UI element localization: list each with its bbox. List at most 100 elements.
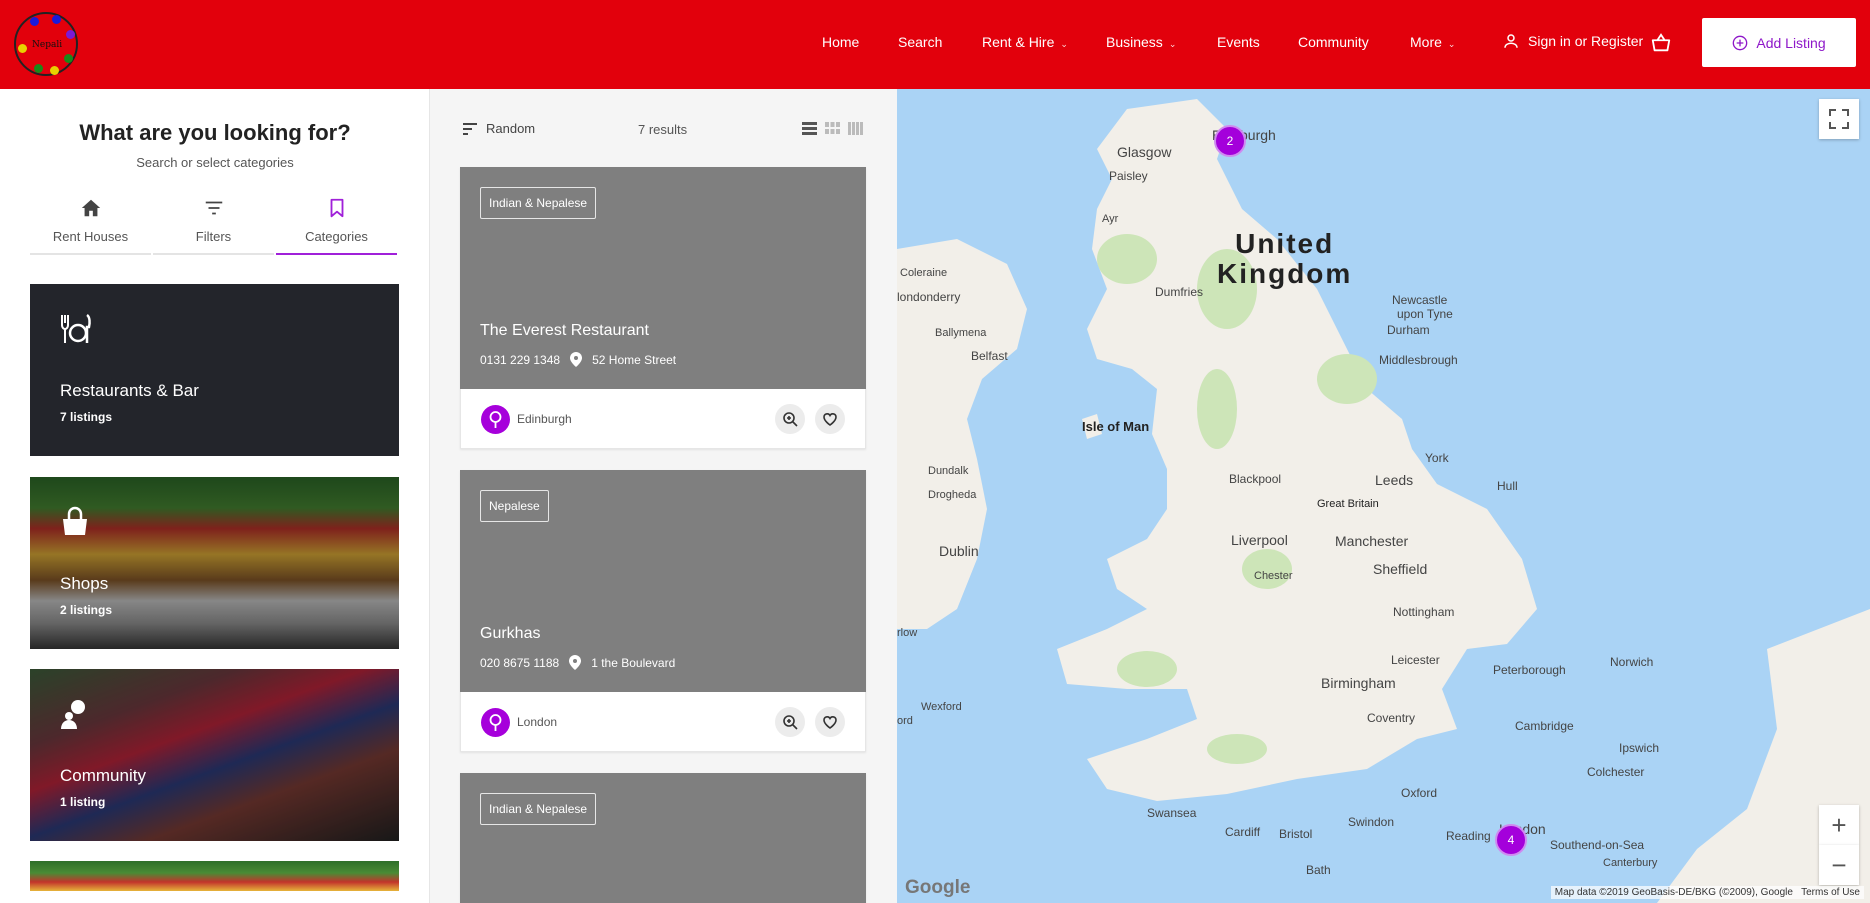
column-view-icon[interactable] <box>848 122 863 135</box>
listing-phone: 020 8675 1188 <box>480 655 560 670</box>
listing-card[interactable]: Nepalese Gurkhas 020 8675 1188 1 the Bou… <box>460 470 866 752</box>
chevron-down-icon: ⌄ <box>1168 39 1177 49</box>
nav-search[interactable]: Search <box>898 34 942 50</box>
zoom-in-button[interactable]: + <box>1819 805 1859 845</box>
tab-rent-houses[interactable]: Rent Houses <box>30 193 151 255</box>
category-overlay <box>30 669 399 841</box>
zoom-in-icon <box>783 715 798 730</box>
map-place: Belfast <box>971 349 1008 363</box>
tab-categories[interactable]: Categories <box>276 193 397 255</box>
map-place: Middlesbrough <box>1379 353 1458 367</box>
signin-link[interactable]: Sign in or Register <box>1502 32 1643 50</box>
user-icon <box>1504 34 1518 48</box>
location-pin-icon <box>570 352 583 367</box>
list-view-icon[interactable] <box>802 122 817 135</box>
listing-card[interactable]: Indian & Nepalese The Everest Restaurant… <box>460 167 866 449</box>
map-cluster-marker[interactable]: 2 <box>1214 125 1246 157</box>
map-place: Glasgow <box>1117 144 1172 160</box>
map-place: Drogheda <box>928 489 977 501</box>
map-place: Oxford <box>1401 786 1438 800</box>
grid-view-icon[interactable] <box>825 122 840 135</box>
listing-tag: Indian & Nepalese <box>480 187 597 219</box>
map-place: Coventry <box>1367 711 1416 725</box>
basket-icon[interactable] <box>1650 32 1672 54</box>
fullscreen-button[interactable] <box>1819 99 1859 139</box>
nav-more[interactable]: More ⌄ <box>1410 34 1455 50</box>
nav-rent-hire[interactable]: Rent & Hire ⌄ <box>982 34 1068 50</box>
quick-view-button[interactable] <box>775 707 805 737</box>
map-place: Dundalk <box>928 465 969 477</box>
listing-city[interactable]: London <box>517 715 557 729</box>
listing-city[interactable]: Edinburgh <box>517 412 572 426</box>
listings-map[interactable]: United Kingdom Glasgow Edinburgh Paisley… <box>897 89 1870 903</box>
category-community[interactable]: Community 1 listing <box>30 669 399 841</box>
logo-dot <box>52 15 61 24</box>
map-cluster-marker[interactable]: 4 <box>1495 824 1527 856</box>
map-place: Ayr <box>1102 213 1119 225</box>
map-place: Birmingham <box>1321 675 1396 691</box>
category-count: 1 listing <box>60 795 106 809</box>
google-logo: Google <box>905 877 971 898</box>
zoom-in-icon <box>783 412 798 427</box>
sort-dropdown[interactable]: Random <box>462 121 535 136</box>
map-terms-link[interactable]: Terms of Use <box>1801 887 1860 898</box>
map-credit: Map data ©2019 GeoBasis-DE/BKG (©2009), … <box>1554 887 1793 898</box>
listing-title[interactable]: The Everest Restaurant <box>480 322 649 340</box>
map-place: Norwich <box>1610 655 1654 669</box>
listing-footer: Edinburgh <box>460 389 866 449</box>
nav-home[interactable]: Home <box>822 34 859 50</box>
map-place: Nottingham <box>1393 605 1455 619</box>
map-place: Wexford <box>921 701 962 713</box>
nav-events[interactable]: Events <box>1217 34 1260 50</box>
bookmark-icon <box>330 198 343 218</box>
city-badge <box>481 405 510 434</box>
listing-footer: London <box>460 692 866 752</box>
signin-label: Sign in or Register <box>1528 33 1644 49</box>
map-country-label-line2: Kingdom <box>1217 258 1353 289</box>
sidebar-subtitle: Search or select categories <box>136 155 294 170</box>
add-listing-button[interactable]: Add Listing <box>1702 18 1856 67</box>
logo-text: Nepali <box>32 40 63 50</box>
map-place: Canterbury <box>1603 857 1658 869</box>
map-place: ord <box>897 715 913 727</box>
bookmark-button[interactable] <box>815 404 845 434</box>
map-place: Manchester <box>1335 533 1409 549</box>
map-place: Bristol <box>1279 827 1313 841</box>
category-name: Shops <box>60 574 109 593</box>
quick-view-button[interactable] <box>775 404 805 434</box>
location-pin-icon <box>569 655 582 670</box>
listing-meta: 020 8675 1188 1 the Boulevard <box>480 655 675 670</box>
category-card-partial[interactable] <box>30 861 399 891</box>
map-place: Isle of Man <box>1082 419 1150 434</box>
nav-community[interactable]: Community <box>1298 34 1369 50</box>
map-land <box>897 99 1870 903</box>
view-toggle <box>802 122 863 135</box>
results-count: 7 results <box>638 122 688 137</box>
listing-meta: 0131 229 1348 52 Home Street <box>480 352 676 367</box>
map-place: Newcastle <box>1392 293 1448 307</box>
category-shops[interactable]: Shops 2 listings <box>30 477 399 649</box>
map-pin-icon <box>489 714 502 731</box>
map-place: rlow <box>897 627 918 639</box>
listing-card[interactable]: Indian & Nepalese <box>460 773 866 903</box>
nav-business[interactable]: Business ⌄ <box>1106 34 1176 50</box>
zoom-out-button[interactable]: − <box>1819 845 1859 885</box>
bookmark-button[interactable] <box>815 707 845 737</box>
nav-business-label: Business <box>1106 34 1163 50</box>
map-place: Ballymena <box>935 327 987 339</box>
map-place: Cardiff <box>1225 825 1261 839</box>
category-count: 7 listings <box>60 410 113 424</box>
map-place: Leeds <box>1375 472 1414 488</box>
category-overlay <box>30 477 399 649</box>
category-name: Community <box>60 766 146 785</box>
listing-title[interactable]: Gurkhas <box>480 625 540 643</box>
tab-filters[interactable]: Filters <box>153 193 274 255</box>
map-place: Colchester <box>1587 765 1645 779</box>
listing-phone: 0131 229 1348 <box>480 352 561 367</box>
category-restaurants-bar[interactable]: Restaurants & Bar 7 listings <box>30 284 399 456</box>
site-logo[interactable]: Nepali <box>14 12 78 76</box>
add-listing-label: Add Listing <box>1756 34 1826 51</box>
chevron-down-icon: ⌄ <box>1060 39 1068 49</box>
map-place: Swindon <box>1348 815 1395 829</box>
tab-label: Rent Houses <box>52 229 129 244</box>
